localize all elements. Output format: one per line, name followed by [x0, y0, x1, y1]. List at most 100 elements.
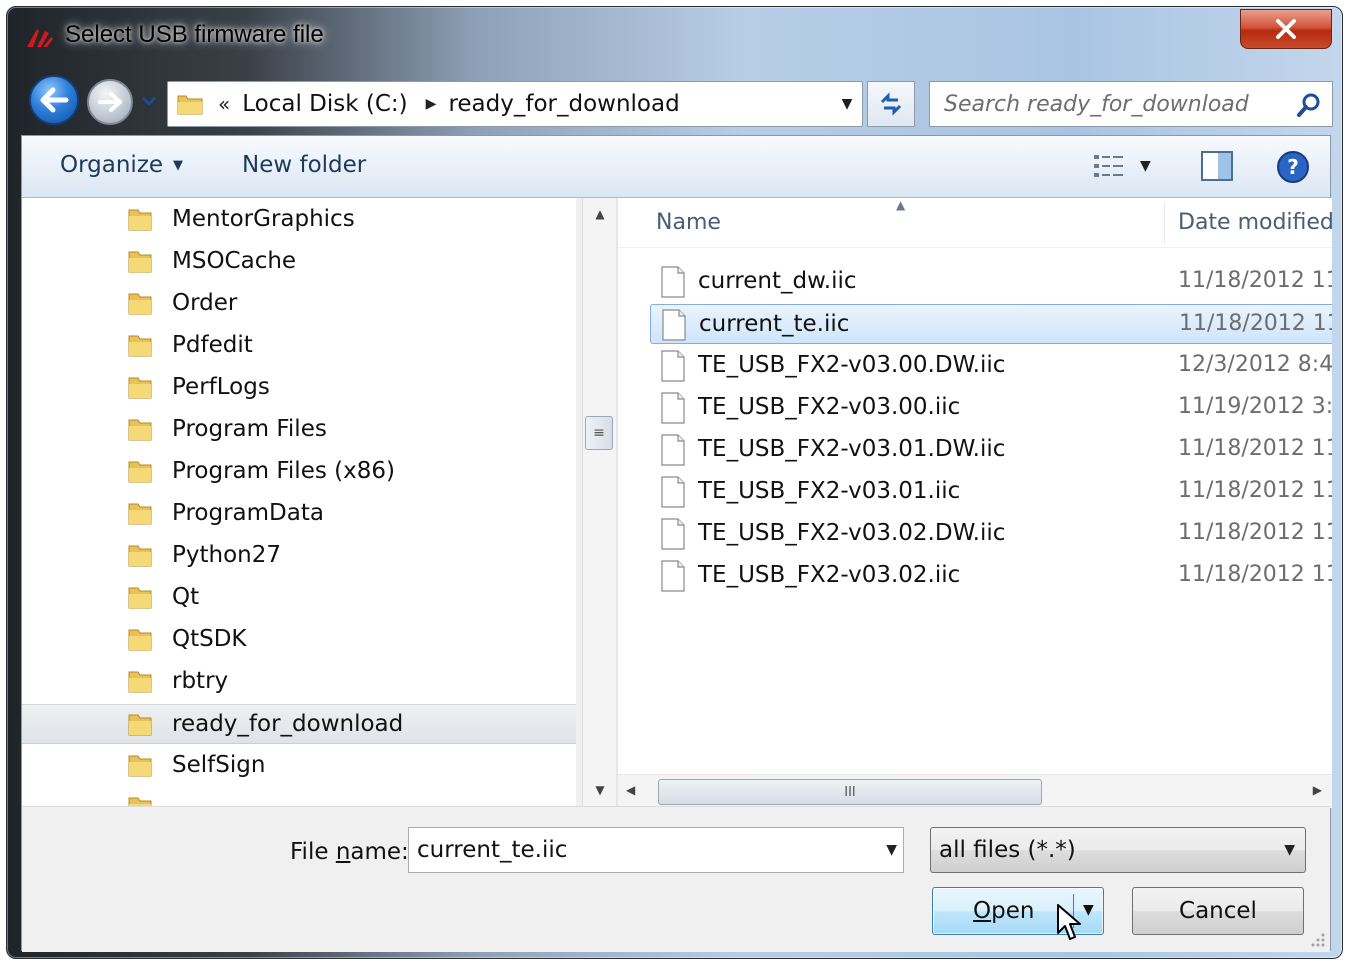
- file-row[interactable]: current_te.iic 11/18/2012 11:1: [650, 304, 1332, 344]
- file-row[interactable]: TE_USB_FX2-v03.01.iic 11/18/2012 11:1: [650, 472, 1332, 512]
- column-header-date-modified[interactable]: Date modified: [1178, 210, 1332, 235]
- search-input[interactable]: [944, 91, 1284, 117]
- file-icon: [662, 309, 686, 341]
- close-icon: [1276, 19, 1296, 39]
- recent-pages-button[interactable]: [139, 91, 159, 111]
- open-options-dropdown-icon[interactable]: ▼: [1083, 902, 1094, 918]
- breadcrumb-current-folder[interactable]: ready_for_download: [448, 91, 679, 117]
- help-icon[interactable]: ?: [1276, 150, 1310, 184]
- file-row[interactable]: TE_USB_FX2-v03.00.iic 11/19/2012 3:40: [650, 388, 1332, 428]
- folder-icon: [128, 797, 152, 806]
- tree-item[interactable]: SelfSign: [22, 746, 576, 786]
- breadcrumb-local-disk[interactable]: Local Disk (C:): [242, 91, 407, 117]
- file-name-input[interactable]: [417, 837, 857, 863]
- svg-text:?: ?: [1287, 155, 1299, 179]
- address-bar[interactable]: « Local Disk (C:) ▶ ready_for_download ▼: [167, 81, 863, 127]
- file-date-modified: 11/19/2012 3:40: [1178, 394, 1332, 419]
- resize-grip-icon[interactable]: [1310, 932, 1326, 948]
- back-button[interactable]: [29, 75, 79, 125]
- tree-item[interactable]: ready_for_download: [22, 704, 576, 744]
- file-name-combobox[interactable]: ▼: [408, 827, 904, 873]
- file-name-label-part: ame:: [350, 839, 409, 865]
- tree-item[interactable]: MSOCache: [22, 242, 576, 282]
- file-name: TE_USB_FX2-v03.02.iic: [698, 562, 961, 588]
- navigation-row: « Local Disk (C:) ▶ ready_for_download ▼: [7, 69, 1342, 129]
- file-icon: [661, 560, 685, 592]
- tree-item-label: Python27: [172, 542, 281, 568]
- breadcrumb-separator-icon[interactable]: ▶: [426, 96, 437, 112]
- tree-item-partial[interactable]: [22, 788, 576, 806]
- file-icon: [661, 266, 685, 298]
- chevron-down-icon: ▼: [173, 157, 184, 173]
- file-list[interactable]: ▲ Name Date modified current_dw.iic 11/18…: [618, 198, 1332, 806]
- refresh-button[interactable]: [867, 81, 915, 127]
- scroll-thumb[interactable]: ≡: [585, 416, 613, 450]
- tree-item[interactable]: Pdfedit: [22, 326, 576, 366]
- organize-label: Organize: [60, 152, 164, 178]
- view-options-dropdown[interactable]: ▼: [1140, 158, 1151, 174]
- column-separator[interactable]: [1164, 202, 1165, 244]
- file-name: current_te.iic: [699, 311, 850, 337]
- file-date-modified: 11/18/2012 11:1: [1178, 520, 1332, 545]
- tree-item[interactable]: PerfLogs: [22, 368, 576, 408]
- preview-pane-icon[interactable]: [1200, 150, 1234, 182]
- tree-item[interactable]: Order: [22, 284, 576, 324]
- file-icon: [661, 392, 685, 424]
- folder-icon: [128, 419, 152, 441]
- file-date-modified: 11/18/2012 11:1: [1178, 268, 1332, 293]
- tree-item[interactable]: Program Files (x86): [22, 452, 576, 492]
- file-date-modified: 11/18/2012 11:1: [1179, 311, 1332, 336]
- tree-item[interactable]: MentorGraphics: [22, 200, 576, 240]
- forward-button[interactable]: [87, 79, 133, 125]
- tree-item-label: MSOCache: [172, 248, 297, 274]
- horizontal-scroll-thumb[interactable]: III: [658, 779, 1042, 805]
- scroll-left-arrow-icon[interactable]: ◀: [626, 783, 635, 797]
- folder-icon: [128, 461, 152, 483]
- tree-item[interactable]: QtSDK: [22, 620, 576, 660]
- file-date-modified: 11/18/2012 11:1: [1178, 478, 1332, 503]
- open-label-rest: pen: [991, 898, 1035, 924]
- file-date-modified: 11/18/2012 11:1: [1178, 562, 1332, 587]
- tree-item-label: Program Files (x86): [172, 458, 395, 484]
- organize-button[interactable]: Organize ▼: [60, 152, 183, 178]
- folder-icon: [128, 293, 152, 315]
- file-type-select[interactable]: all files (*.*) ▼: [930, 827, 1306, 873]
- file-name: TE_USB_FX2-v03.02.DW.iic: [698, 520, 1006, 546]
- close-button[interactable]: [1240, 9, 1332, 49]
- tree-item[interactable]: Qt: [22, 578, 576, 618]
- folder-icon: [128, 755, 152, 777]
- tree-item-label: MentorGraphics: [172, 206, 355, 232]
- file-name-label-part: File: [290, 839, 336, 865]
- folder-icon: [128, 714, 152, 736]
- navigation-pane[interactable]: MentorGraphics MSOCache Order Pdfedit PerfLo…: [22, 198, 576, 806]
- file-row[interactable]: current_dw.iic 11/18/2012 11:1: [650, 262, 1332, 302]
- file-type-dropdown-arrow-icon: ▼: [1284, 842, 1295, 858]
- scroll-up-arrow-icon[interactable]: ▲: [583, 198, 617, 230]
- file-icon: [661, 476, 685, 508]
- new-folder-button[interactable]: New folder: [242, 152, 366, 178]
- search-icon[interactable]: [1296, 92, 1322, 118]
- folder-icon: [128, 377, 152, 399]
- cancel-button[interactable]: Cancel: [1132, 887, 1304, 935]
- mouse-pointer-icon: [1057, 904, 1081, 940]
- file-row[interactable]: TE_USB_FX2-v03.02.DW.iic 11/18/2012 11:1: [650, 514, 1332, 554]
- view-details-icon[interactable]: [1092, 152, 1126, 180]
- address-dropdown-button[interactable]: ▼: [832, 82, 862, 126]
- file-icon: [661, 518, 685, 550]
- file-name-dropdown-arrow-icon[interactable]: ▼: [886, 842, 897, 858]
- file-row[interactable]: TE_USB_FX2-v03.00.DW.iic 12/3/2012 8:42 A: [650, 346, 1332, 386]
- tree-item[interactable]: ProgramData: [22, 494, 576, 534]
- breadcrumb-overflow-chevron[interactable]: «: [218, 92, 230, 116]
- file-list-horizontal-scrollbar[interactable]: ◀ III ▶: [618, 774, 1332, 808]
- scroll-right-arrow-icon[interactable]: ▶: [1313, 783, 1322, 797]
- file-row[interactable]: TE_USB_FX2-v03.01.DW.iic 11/18/2012 11:1: [650, 430, 1332, 470]
- search-box[interactable]: [929, 81, 1333, 127]
- tree-item[interactable]: Python27: [22, 536, 576, 576]
- tree-item[interactable]: Program Files: [22, 410, 576, 450]
- title-bar[interactable]: Select USB firmware file: [7, 7, 1342, 65]
- scroll-down-arrow-icon[interactable]: ▼: [583, 774, 617, 806]
- navigation-pane-scrollbar[interactable]: ▲ ≡ ▼: [582, 198, 616, 806]
- file-row[interactable]: TE_USB_FX2-v03.02.iic 11/18/2012 11:1: [650, 556, 1332, 596]
- tree-item[interactable]: rbtry: [22, 662, 576, 702]
- column-header-name[interactable]: Name: [656, 210, 721, 235]
